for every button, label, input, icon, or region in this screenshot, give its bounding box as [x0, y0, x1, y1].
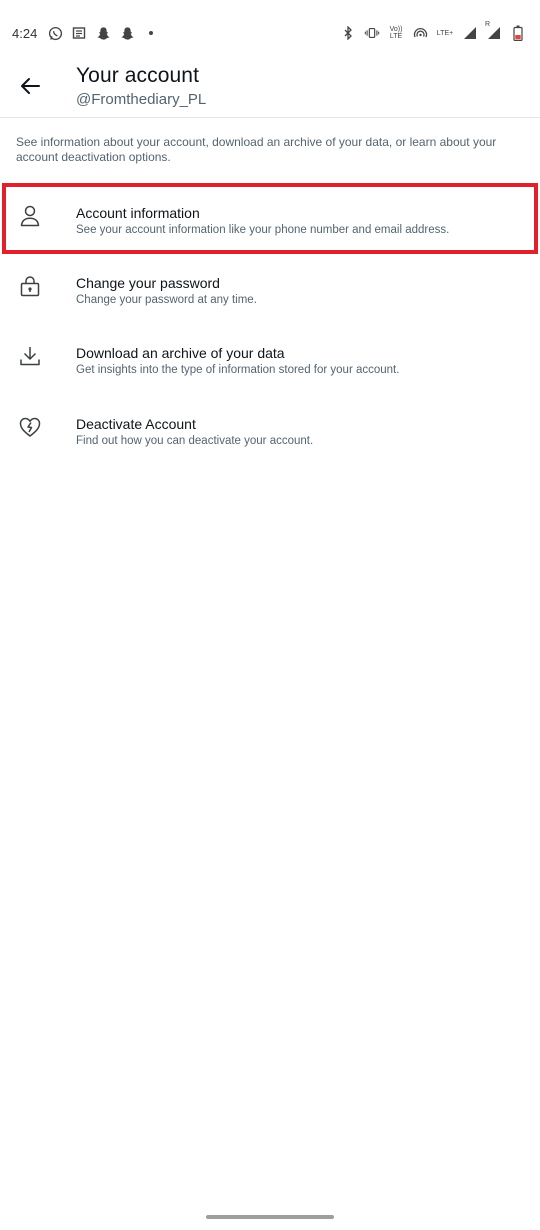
page-description: See information about your account, down… — [16, 135, 497, 164]
news-icon — [71, 25, 87, 41]
status-left: 4:24 — [12, 25, 159, 41]
snapchat-icon — [119, 25, 135, 41]
item-description: Get insights into the type of informatio… — [76, 364, 400, 376]
deactivate-account-item[interactable]: Deactivate Account Find out how you can … — [0, 397, 540, 467]
account-handle: @Fromthediary_PL — [76, 91, 207, 108]
item-title: Change your password — [76, 275, 220, 291]
app-bar: Your account @Fromthediary_PL — [0, 60, 540, 116]
status-bar: 4:24 Vo)) LTE LTE+ R — [0, 0, 540, 66]
item-description: Change your password at any time. — [76, 294, 257, 306]
snapchat-icon — [95, 25, 111, 41]
person-icon — [18, 204, 42, 228]
download-archive-item[interactable]: Download an archive of your data Get ins… — [0, 326, 540, 396]
roaming-label: R — [485, 21, 491, 28]
bluetooth-icon — [340, 25, 356, 41]
status-right: Vo)) LTE LTE+ R — [340, 21, 526, 41]
broken-heart-icon — [18, 415, 42, 439]
status-time: 4:24 — [12, 25, 38, 41]
item-description: See your account information like your p… — [76, 224, 450, 236]
volte-label: Vo)) LTE — [389, 26, 403, 40]
divider — [0, 117, 540, 118]
battery-icon — [510, 25, 526, 41]
home-indicator[interactable] — [206, 1215, 334, 1219]
item-description: Find out how you can deactivate your acc… — [76, 435, 314, 447]
signal-roaming-icon: R — [485, 21, 502, 41]
signal-icon — [462, 25, 478, 41]
screen: 4:24 Vo)) LTE LTE+ R Your account @Fromt… — [0, 0, 540, 1230]
arrow-left-icon — [21, 78, 40, 94]
item-title: Download an archive of your data — [76, 345, 285, 361]
item-title: Deactivate Account — [76, 416, 196, 432]
lte-label: LTE+ — [436, 29, 454, 37]
item-title: Account information — [76, 205, 200, 221]
account-information-item[interactable]: Account information See your account inf… — [0, 186, 540, 256]
page-title: Your account — [76, 64, 200, 87]
back-button[interactable] — [14, 70, 46, 102]
lock-icon — [18, 274, 42, 298]
whatsapp-icon — [47, 25, 63, 41]
hotspot-icon — [412, 25, 428, 41]
change-password-item[interactable]: Change your password Change your passwor… — [0, 256, 540, 326]
vibrate-icon — [364, 25, 380, 41]
download-icon — [18, 344, 42, 368]
dot-icon — [143, 25, 159, 41]
